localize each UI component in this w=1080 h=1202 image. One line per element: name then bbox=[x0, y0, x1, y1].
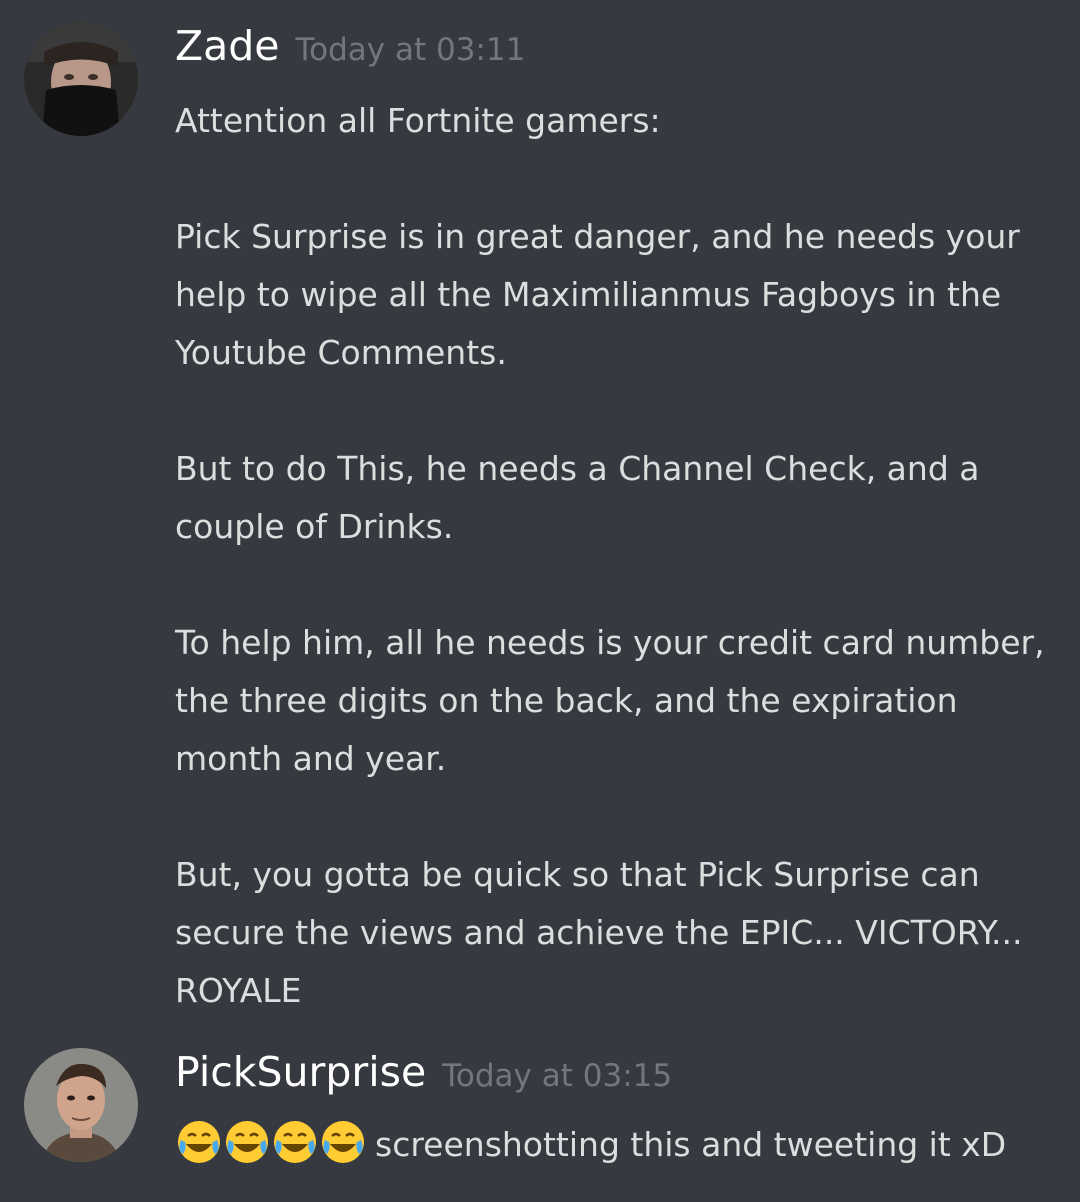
emoji-group bbox=[175, 1116, 367, 1174]
message-paragraph: But to do This, he needs a Channel Check… bbox=[175, 449, 980, 546]
avatar[interactable] bbox=[24, 22, 138, 136]
timestamp: Today at 03:15 bbox=[442, 1058, 673, 1094]
message-paragraph: Attention all Fortnite gamers: bbox=[175, 101, 661, 140]
face-with-tears-of-joy-emoji bbox=[223, 1118, 271, 1166]
username[interactable]: Zade bbox=[175, 22, 279, 70]
message-content: Attention all Fortnite gamers: Pick Surp… bbox=[175, 92, 1055, 1020]
message-paragraph: But, you gotta be quick so that Pick Sur… bbox=[175, 855, 1023, 1010]
message-content: screenshotting this and tweeting it xD bbox=[175, 1116, 1055, 1174]
avatar-photo-zade bbox=[24, 22, 138, 136]
face-with-tears-of-joy-emoji bbox=[271, 1118, 319, 1166]
message-header: PickSurprise Today at 03:15 bbox=[175, 1048, 672, 1096]
face-with-tears-of-joy-emoji bbox=[319, 1118, 367, 1166]
face-with-tears-of-joy-emoji bbox=[175, 1118, 223, 1166]
message-text: screenshotting this and tweeting it xD bbox=[375, 1125, 1007, 1164]
message-paragraph: To help him, all he needs is your credit… bbox=[175, 623, 1045, 778]
timestamp: Today at 03:11 bbox=[295, 32, 526, 68]
username[interactable]: PickSurprise bbox=[175, 1048, 426, 1096]
message-paragraph: Pick Surprise is in great danger, and he… bbox=[175, 217, 1020, 372]
message-header: Zade Today at 03:11 bbox=[175, 22, 525, 70]
avatar[interactable] bbox=[24, 1048, 138, 1162]
avatar-photo-picksurprise bbox=[24, 1048, 138, 1162]
